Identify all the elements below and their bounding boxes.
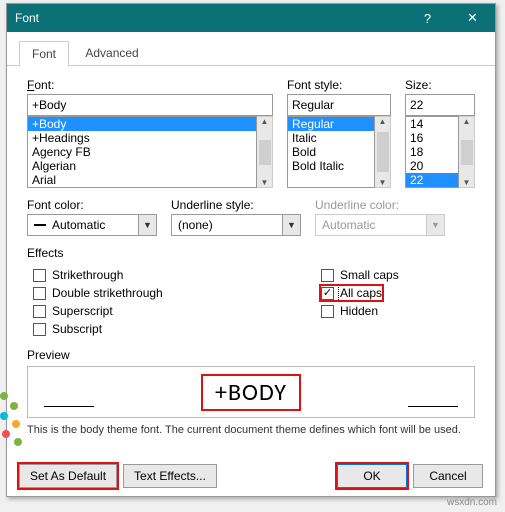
double-strikethrough-checkbox[interactable]: Double strikethrough	[33, 286, 315, 300]
chevron-down-icon[interactable]: ▼	[139, 214, 157, 236]
font-option[interactable]: Arial	[28, 173, 256, 187]
style-label: Font style:	[287, 78, 391, 92]
font-label: Font:	[27, 78, 273, 92]
allcaps-checkbox[interactable]: All caps	[321, 286, 382, 300]
preview-hint: This is the body theme font. The current…	[27, 424, 475, 436]
fontcolor-label: Font color:	[27, 198, 157, 212]
underlinestyle-label: Underline style:	[171, 198, 301, 212]
preview-box: +BODY	[27, 366, 475, 418]
size-option[interactable]: 16	[406, 131, 458, 145]
superscript-checkbox[interactable]: Superscript	[33, 304, 315, 318]
font-option[interactable]: Agency FB	[28, 145, 256, 159]
smallcaps-checkbox[interactable]: Small caps	[321, 268, 475, 282]
appuals-logo-icon	[0, 382, 34, 452]
font-option[interactable]: Algerian	[28, 159, 256, 173]
size-option[interactable]: 18	[406, 145, 458, 159]
tab-advanced[interactable]: Advanced	[72, 40, 151, 65]
style-listbox[interactable]: Regular Italic Bold Bold Italic	[287, 116, 375, 188]
font-option[interactable]: +Headings	[28, 131, 256, 145]
underlinecolor-label: Underline color:	[315, 198, 445, 212]
chevron-down-icon: ▼	[427, 214, 445, 236]
size-input[interactable]	[405, 94, 475, 116]
titlebar-title: Font	[15, 11, 405, 25]
style-option[interactable]: Bold Italic	[288, 159, 374, 173]
chevron-down-icon[interactable]: ▼	[283, 214, 301, 236]
preview-label: Preview	[27, 348, 475, 362]
style-scrollbar[interactable]: ▲▼	[375, 116, 391, 188]
preview-text: +BODY	[203, 376, 299, 409]
size-option[interactable]: 20	[406, 159, 458, 173]
watermark: wsxdn.com	[447, 497, 497, 508]
set-as-default-button[interactable]: Set As Default	[19, 464, 117, 488]
tab-strip: Font Advanced	[19, 40, 495, 66]
style-input[interactable]	[287, 94, 391, 116]
titlebar: Font ? ✕	[7, 4, 495, 32]
tab-font[interactable]: Font	[19, 41, 69, 67]
size-listbox[interactable]: 14 16 18 20 22	[405, 116, 459, 188]
font-input[interactable]	[27, 94, 273, 116]
underlinecolor-dropdown: Automatic ▼	[315, 214, 445, 236]
font-dialog: Font ? ✕ Font Advanced Font: +Body +Head…	[6, 3, 496, 497]
size-option[interactable]: 14	[406, 117, 458, 131]
ok-button[interactable]: OK	[337, 464, 407, 488]
hidden-checkbox[interactable]: Hidden	[321, 304, 475, 318]
font-listbox[interactable]: +Body +Headings Agency FB Algerian Arial	[27, 116, 257, 188]
strikethrough-checkbox[interactable]: Strikethrough	[33, 268, 315, 282]
style-option[interactable]: Bold	[288, 145, 374, 159]
underlinestyle-dropdown[interactable]: (none) ▼	[171, 214, 301, 236]
style-option[interactable]: Italic	[288, 131, 374, 145]
cancel-button[interactable]: Cancel	[413, 464, 483, 488]
close-button[interactable]: ✕	[450, 4, 495, 32]
size-option[interactable]: 22	[406, 173, 458, 187]
font-scrollbar[interactable]: ▲▼	[257, 116, 273, 188]
style-option[interactable]: Regular	[288, 117, 374, 131]
text-effects-button[interactable]: Text Effects...	[123, 464, 217, 488]
font-option[interactable]: +Body	[28, 117, 256, 131]
fontcolor-dropdown[interactable]: Automatic ▼	[27, 214, 157, 236]
size-label: Size:	[405, 78, 475, 92]
effects-label: Effects	[27, 246, 475, 260]
size-scrollbar[interactable]: ▲▼	[459, 116, 475, 188]
subscript-checkbox[interactable]: Subscript	[33, 322, 315, 336]
help-button[interactable]: ?	[405, 4, 450, 32]
